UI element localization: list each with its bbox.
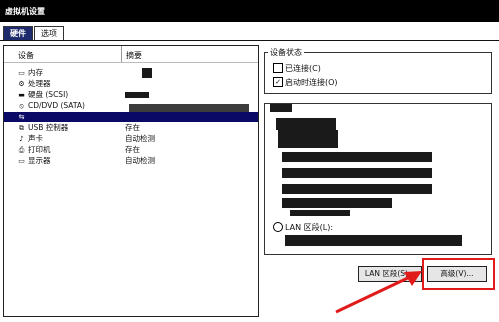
redacted-group-title	[270, 104, 292, 112]
redacted-option	[278, 130, 338, 148]
cd-dvd-icon: ⦸	[19, 102, 24, 110]
device-summary: 存在	[125, 123, 140, 132]
device-row-display[interactable]: ▭ 显示器 自动检测	[4, 156, 258, 166]
redacted-summary	[142, 68, 152, 78]
redacted-option	[282, 168, 432, 178]
usb-controller-icon: ⧉	[19, 124, 24, 132]
device-row-sound-card[interactable]: ♪ 声卡 自动检测	[4, 134, 258, 144]
redacted-option	[290, 210, 350, 216]
connected-label: 已连接(C)	[285, 64, 321, 73]
device-name: 显示器	[28, 156, 51, 165]
connected-checkbox[interactable]	[273, 63, 283, 73]
redacted-option	[276, 118, 336, 130]
device-name: USB 控制器	[28, 123, 69, 132]
connect-at-power-on-label: 启动时连接(O)	[285, 78, 338, 87]
printer-icon: ⎙	[18, 146, 25, 154]
redacted-option	[282, 198, 392, 208]
lan-segment-label: LAN 区段(L):	[285, 223, 334, 232]
connect-at-power-on-checkbox[interactable]: ✓	[273, 77, 283, 87]
device-row-processor[interactable]: ⚙ 处理器	[4, 79, 258, 89]
device-status-title: 设备状态	[268, 47, 304, 58]
device-name: 打印机	[28, 145, 51, 154]
column-divider[interactable]	[121, 46, 122, 62]
tab-options[interactable]: 选项	[34, 26, 64, 41]
device-row-printer[interactable]: ⎙ 打印机 存在	[4, 145, 258, 155]
device-row-network-adapter[interactable]: ⇆	[4, 112, 258, 122]
column-header-summary[interactable]: 摘要	[126, 50, 142, 61]
device-name: 硬盘 (SCSI)	[28, 90, 69, 99]
device-summary: 自动检测	[125, 134, 155, 143]
tab-hardware[interactable]: 硬件	[3, 26, 33, 41]
lan-segment-select[interactable]	[285, 235, 462, 246]
redacted-option	[282, 184, 432, 194]
device-summary: 自动检测	[125, 156, 155, 165]
monitor-icon: ▭	[18, 157, 25, 165]
device-list-header: 设备 摘要	[4, 46, 258, 63]
network-adapter-icon: ⇆	[18, 113, 25, 121]
window-title: 虚拟机设置	[5, 7, 45, 16]
tab-strip: 硬件 选项	[0, 22, 499, 41]
device-row-hard-disk[interactable]: ▬ 硬盘 (SCSI)	[4, 90, 258, 100]
device-name: 处理器	[28, 79, 51, 88]
processor-icon: ⚙	[18, 80, 25, 88]
redacted-summary	[125, 92, 149, 98]
device-name: 声卡	[28, 134, 43, 143]
redacted-option	[282, 152, 432, 162]
title-bar: 虚拟机设置	[0, 0, 499, 22]
memory-icon: ▭	[18, 69, 25, 77]
annotation-highlight-box	[422, 258, 495, 290]
device-name: CD/DVD (SATA)	[28, 101, 85, 110]
device-list: 设备 摘要 ▭ 内存 ⚙ 处理器 ▬ 硬盘 (SCSI) ⦸ CD/DVD (S…	[3, 45, 259, 317]
column-header-device[interactable]: 设备	[18, 50, 34, 61]
device-name: 内存	[28, 68, 43, 77]
redaction-mark	[129, 104, 249, 112]
annotation-arrow-icon	[335, 271, 422, 314]
device-row-usb-controller[interactable]: ⧉ USB 控制器 存在	[4, 123, 258, 133]
device-summary: 存在	[125, 145, 140, 154]
speaker-icon: ♪	[19, 135, 24, 143]
lan-segment-radio[interactable]	[273, 222, 283, 232]
hard-disk-icon: ▬	[18, 91, 25, 99]
device-row-memory[interactable]: ▭ 内存	[4, 68, 258, 78]
